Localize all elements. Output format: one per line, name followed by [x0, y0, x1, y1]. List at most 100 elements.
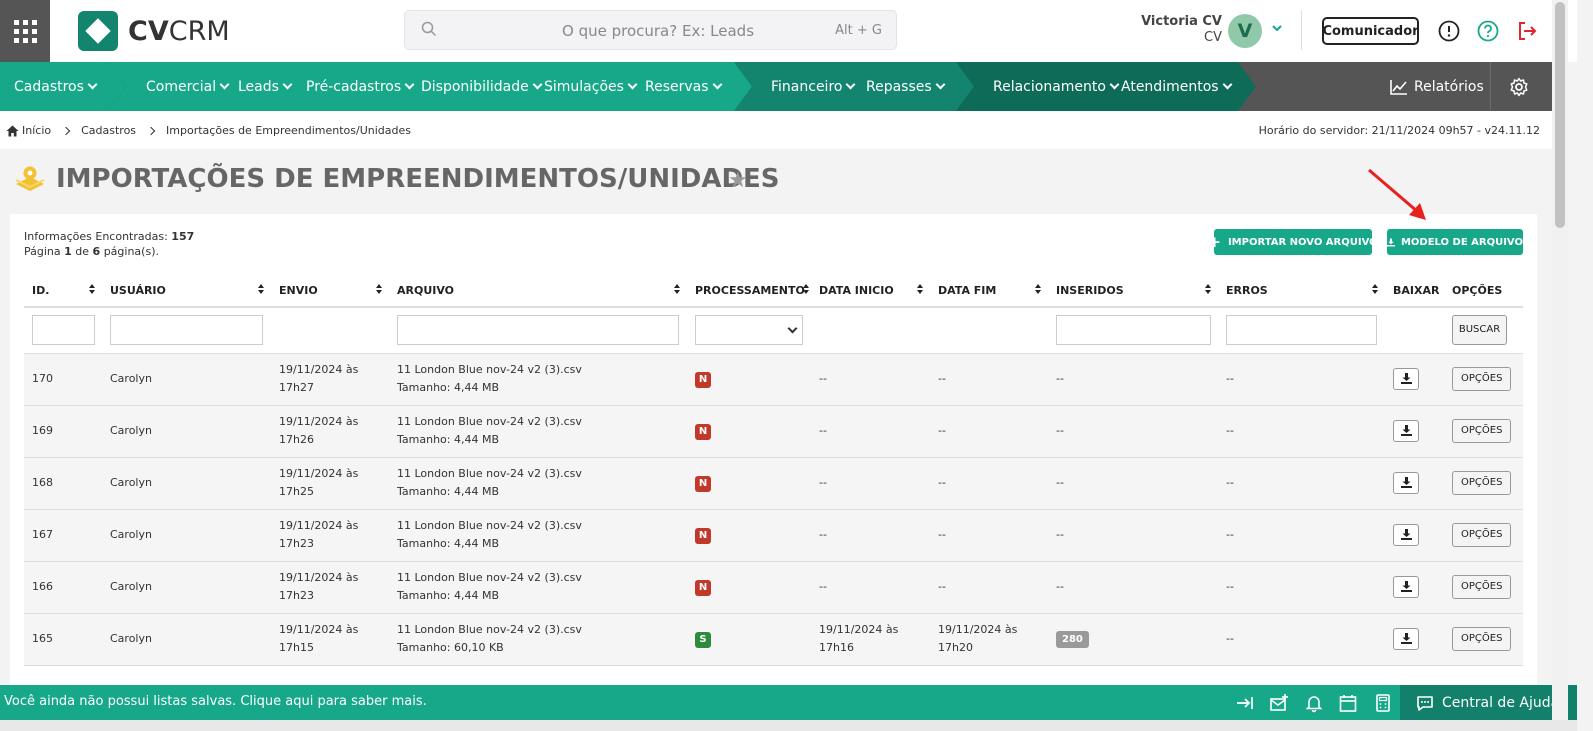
cell-arquivo: 11 London Blue nov-24 v2 (3).csv Tamanho:…: [389, 457, 687, 510]
breadcrumb-bar: Início Cadastros Importações de Empreend…: [0, 111, 1552, 149]
chevron-down-icon[interactable]: [1271, 22, 1283, 34]
download-icon: [1400, 425, 1412, 437]
cell-id: 168: [24, 457, 102, 510]
options-button[interactable]: OPÇÕES: [1452, 471, 1512, 495]
grid-icon: [13, 19, 37, 43]
calendar-icon[interactable]: [1338, 693, 1358, 713]
search-button[interactable]: BUSCAR: [1452, 315, 1507, 346]
table-row: 166 Carolyn 19/11/2024 às 17h23 11 London Bl…: [24, 561, 1523, 614]
logout-icon[interactable]: [1516, 20, 1538, 42]
options-button[interactable]: OPÇÕES: [1452, 575, 1512, 599]
download-button[interactable]: [1393, 471, 1419, 494]
home-icon[interactable]: [6, 125, 19, 137]
nav-relatorios[interactable]: Relatórios: [1390, 62, 1484, 111]
help-icon[interactable]: [1477, 20, 1499, 42]
download-button[interactable]: [1393, 575, 1419, 598]
cell-baixar: [1385, 457, 1444, 510]
import-new-file-button[interactable]: + IMPORTAR NOVO ARQUIVO: [1208, 229, 1378, 255]
apps-menu-button[interactable]: [0, 0, 50, 62]
page-scrollbar[interactable]: [1552, 0, 1568, 731]
filter-processamento-select[interactable]: [695, 315, 803, 346]
avatar[interactable]: V: [1228, 14, 1262, 48]
col-erros[interactable]: ERROS: [1218, 274, 1385, 308]
cell-inseridos: --: [1056, 424, 1064, 437]
nav-simulacoes[interactable]: Simulações: [544, 62, 638, 111]
cell-inseridos: --: [1056, 580, 1064, 593]
cell-data-inicio: --: [811, 509, 930, 562]
download-button[interactable]: [1393, 419, 1419, 442]
col-arquivo[interactable]: ARQUIVO: [389, 274, 687, 308]
col-data-fim[interactable]: DATA FIM: [930, 274, 1048, 308]
options-button[interactable]: OPÇÕES: [1452, 523, 1512, 547]
main-nav: Cadastros Comercial Leads Pré-cadastros …: [0, 62, 1552, 111]
filter-erros-input[interactable]: [1226, 315, 1377, 346]
user-org: CV: [1204, 30, 1222, 45]
cell-envio: 19/11/2024 às 17h25: [271, 457, 389, 510]
logo[interactable]: CVCRM: [78, 11, 230, 51]
breadcrumb-inicio[interactable]: Início: [22, 124, 51, 137]
status-badge: N: [695, 424, 711, 440]
info-icon[interactable]: [1438, 20, 1460, 42]
cell-baixar: [1385, 509, 1444, 562]
favorite-star-icon[interactable]: ★: [728, 168, 748, 193]
download-icon: [1400, 477, 1412, 489]
comunicador-button[interactable]: Comunicador: [1322, 17, 1419, 45]
nav-cadastros[interactable]: Cadastros: [14, 62, 98, 111]
nav-reservas[interactable]: Reservas: [645, 62, 722, 111]
col-id[interactable]: ID.: [24, 274, 102, 308]
cell-data-inicio: --: [811, 561, 930, 614]
download-button[interactable]: [1393, 627, 1419, 650]
nav-leads[interactable]: Leads: [238, 62, 293, 111]
table-row: 170 Carolyn 19/11/2024 às 17h27 11 London Bl…: [24, 353, 1523, 406]
nav-comercial[interactable]: Comercial: [146, 62, 230, 111]
cell-processamento: N: [687, 509, 811, 562]
options-button[interactable]: OPÇÕES: [1452, 419, 1512, 443]
cell-inseridos: --: [1056, 372, 1064, 385]
download-button[interactable]: [1393, 367, 1419, 390]
arrow-to-right-icon[interactable]: [1235, 693, 1255, 713]
help-center-button[interactable]: Central de Ajuda: [1400, 685, 1577, 720]
status-badge: N: [695, 476, 711, 492]
plus-icon: +: [1208, 233, 1221, 251]
cell-envio: 19/11/2024 às 17h15: [271, 613, 389, 666]
nav-atendimentos[interactable]: Atendimentos: [1121, 62, 1233, 111]
col-usuario[interactable]: USUÁRIO: [102, 274, 271, 308]
saved-lists-message[interactable]: Você ainda não possui listas salvas. Cli…: [4, 694, 427, 709]
bell-icon[interactable]: [1304, 693, 1324, 713]
options-button[interactable]: OPÇÕES: [1452, 367, 1512, 391]
cell-opcoes: OPÇÕES: [1444, 405, 1523, 458]
cell-usuario: Carolyn: [102, 405, 271, 458]
col-envio[interactable]: ENVIO: [271, 274, 389, 308]
scrollbar-thumb[interactable]: [1555, 2, 1565, 228]
download-button[interactable]: [1393, 523, 1419, 546]
status-badge: N: [695, 372, 711, 388]
breadcrumb-cadastros[interactable]: Cadastros: [81, 124, 136, 137]
filter-id-input[interactable]: [32, 315, 95, 346]
cell-opcoes: OPÇÕES: [1444, 561, 1523, 614]
nav-disponibilidade[interactable]: Disponibilidade: [421, 62, 543, 111]
filter-arquivo-input[interactable]: [397, 315, 679, 346]
options-button[interactable]: OPÇÕES: [1452, 627, 1512, 651]
gear-icon[interactable]: [1509, 77, 1529, 97]
col-inseridos[interactable]: INSERIDOS: [1048, 274, 1218, 308]
col-data-inicio[interactable]: DATA INICIO: [811, 274, 930, 308]
filter-inseridos-input[interactable]: [1056, 315, 1211, 346]
chevron-right-icon: [146, 126, 156, 135]
cell-erros: --: [1218, 613, 1385, 666]
col-processamento[interactable]: PROCESSAMENTO: [687, 274, 811, 308]
file-name: 11 London Blue nov-24 v2 (3).csv: [397, 519, 582, 532]
user-info[interactable]: Victoria CV CV: [1141, 14, 1222, 46]
mail-add-icon[interactable]: [1269, 693, 1289, 713]
nav-relacionamento[interactable]: Relacionamento: [993, 62, 1120, 111]
file-model-button[interactable]: MODELO DE ARQUIVO: [1387, 229, 1523, 255]
search-input[interactable]: O que procura? Ex: Leads Alt + G: [404, 10, 897, 50]
nav-pre-cadastros[interactable]: Pré-cadastros: [306, 62, 415, 111]
cell-data-inicio: --: [811, 405, 930, 458]
nav-financeiro[interactable]: Financeiro: [771, 62, 856, 111]
cell-processamento: S: [687, 613, 811, 666]
filter-usuario-input[interactable]: [110, 315, 263, 346]
cell-id: 167: [24, 509, 102, 562]
nav-repasses[interactable]: Repasses: [866, 62, 946, 111]
calculator-icon[interactable]: [1373, 693, 1393, 713]
bottom-strip: [0, 720, 1577, 731]
